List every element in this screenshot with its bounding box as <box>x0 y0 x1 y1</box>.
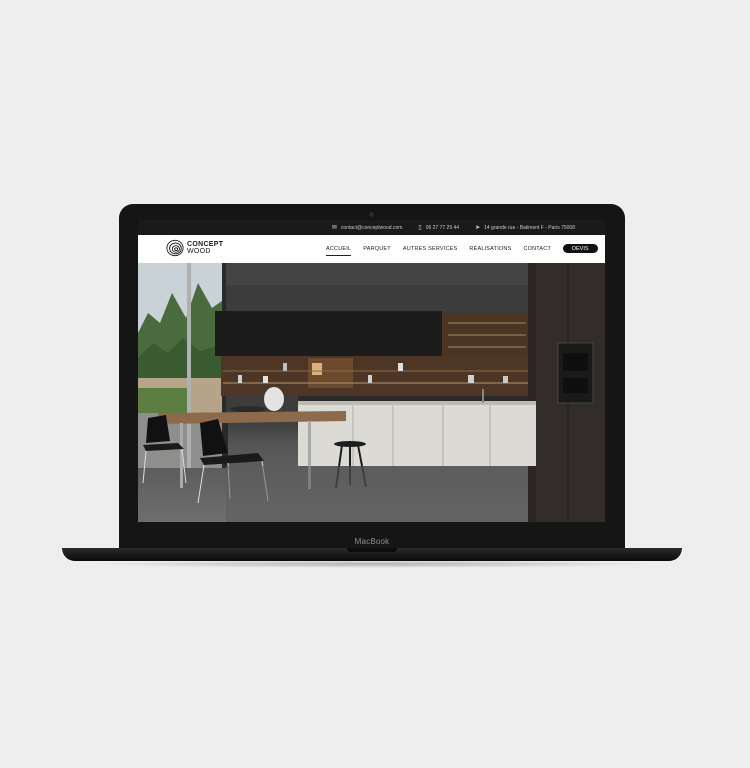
laptop-base-notch <box>347 548 397 552</box>
wood-rings-logo-icon <box>166 239 184 257</box>
topbar-phone-text: 06 27 77 29 44 <box>425 224 460 231</box>
website-screen: ✉ contact@conceptwood.com ▯ 06 27 77 29 … <box>138 220 605 522</box>
device-label: MacBook <box>354 537 390 546</box>
nav-contact[interactable]: CONTACT <box>523 246 551 252</box>
camera <box>369 212 374 217</box>
contact-topbar: ✉ contact@conceptwood.com ▯ 06 27 77 29 … <box>138 220 605 235</box>
laptop-shadow <box>80 560 665 568</box>
nav-menu: ACCUEIL PARQUET AUTRES SERVICES RÉALISAT… <box>326 244 605 256</box>
topbar-email[interactable]: ✉ contact@conceptwood.com <box>331 224 403 232</box>
envelope-icon: ✉ <box>331 225 337 231</box>
topbar-phone[interactable]: ▯ 06 27 77 29 44 <box>418 224 460 232</box>
nav-accueil[interactable]: ACCUEIL <box>326 246 352 256</box>
topbar-address-text: 14 grande rue - Batiment F - Paris 75008 <box>484 224 575 231</box>
topbar-address: ➤ 14 grande rue - Batiment F - Paris 750… <box>475 224 575 232</box>
laptop-lid: ✉ contact@conceptwood.com ▯ 06 27 77 29 … <box>119 204 625 550</box>
kitchen-illustration <box>138 263 605 522</box>
devis-button[interactable]: DEVIS <box>563 244 598 253</box>
nav-parquet[interactable]: PARQUET <box>363 246 391 252</box>
logo-text-top: CONCEPT <box>187 241 224 248</box>
laptop-base <box>62 548 682 561</box>
nav-autres-services[interactable]: AUTRES SERVICES <box>403 246 458 252</box>
location-arrow-icon: ➤ <box>475 225 481 231</box>
hero-kitchen-image <box>138 263 605 522</box>
logo[interactable]: CONCEPT WOOD <box>166 239 223 257</box>
main-navbar: CONCEPT WOOD ACCUEIL PARQUET AUTRES SERV… <box>138 235 605 263</box>
topbar-email-text: contact@conceptwood.com <box>340 224 403 231</box>
logo-text-bottom: WOOD <box>187 248 211 255</box>
nav-realisations[interactable]: RÉALISATIONS <box>469 246 511 252</box>
phone-icon: ▯ <box>418 225 422 231</box>
